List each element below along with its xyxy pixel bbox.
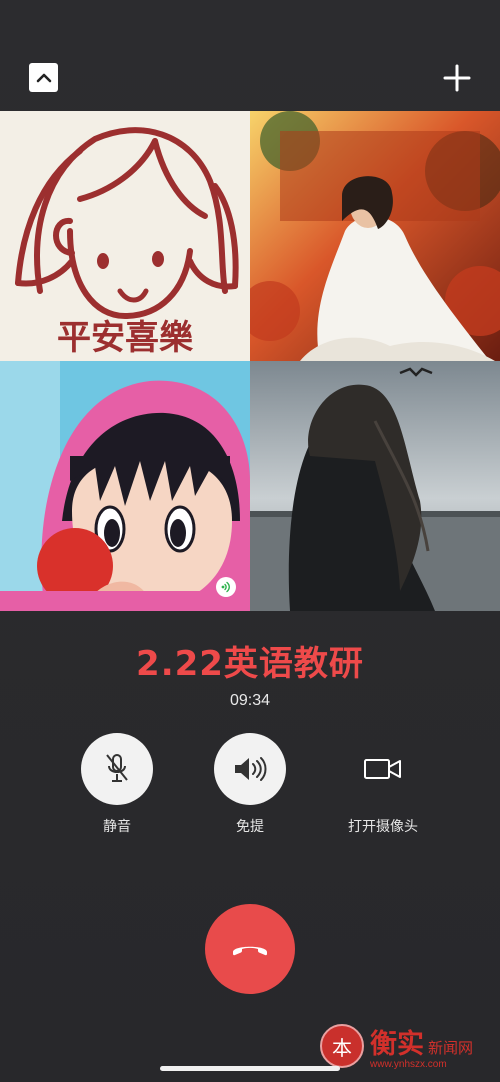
participant-tile[interactable]: 平安喜樂 [0, 111, 250, 361]
add-participant-button[interactable] [440, 61, 474, 95]
camera-button-circle[interactable] [347, 733, 419, 805]
collapse-button[interactable] [29, 63, 58, 92]
phone-hangup-icon [233, 946, 267, 956]
participant-tile[interactable] [0, 361, 250, 611]
mute-button-circle[interactable] [81, 733, 153, 805]
speaking-indicator [216, 577, 236, 597]
watermark-name: 衡实 [370, 1029, 424, 1060]
chevron-up-icon [36, 73, 51, 82]
speaker-icon [235, 757, 267, 781]
watermark-seal: 本 [320, 1024, 364, 1068]
mute-label: 静音 [103, 819, 131, 835]
participant-grid: 平安喜樂 [0, 111, 500, 611]
speaker-label: 免提 [236, 819, 264, 835]
plus-icon [443, 64, 471, 92]
mute-button[interactable]: 静音 [47, 733, 187, 836]
participant-avatar [0, 361, 250, 611]
call-title: 2.22英语教研 [136, 644, 364, 684]
speaker-button-circle[interactable] [214, 733, 286, 805]
avatar-text: 平安喜樂 [57, 318, 194, 358]
call-timer: 09:34 [229, 692, 271, 709]
video-camera-icon [364, 759, 401, 779]
watermark-brand: 衡实 新闻网 www.ynhszx.com [370, 1022, 473, 1070]
watermark-url: www.ynhszx.com [370, 1059, 447, 1070]
speaker-button[interactable]: 免提 [180, 733, 320, 836]
participant-avatar [250, 111, 500, 361]
participant-avatar: 平安喜樂 [0, 111, 250, 361]
sound-wave-icon [221, 581, 230, 593]
hangup-button[interactable] [205, 904, 295, 994]
camera-label: 打开摄像头 [348, 819, 418, 835]
participant-avatar [250, 361, 500, 611]
watermark-sub: 新闻网 [428, 1039, 474, 1057]
watermark: 本 衡实 新闻网 www.ynhszx.com [320, 1018, 496, 1074]
participant-tile[interactable] [250, 361, 500, 611]
participant-tile[interactable] [250, 111, 500, 361]
camera-button[interactable]: 打开摄像头 [313, 733, 453, 836]
home-indicator[interactable] [160, 1066, 340, 1071]
microphone-off-icon [106, 754, 128, 782]
